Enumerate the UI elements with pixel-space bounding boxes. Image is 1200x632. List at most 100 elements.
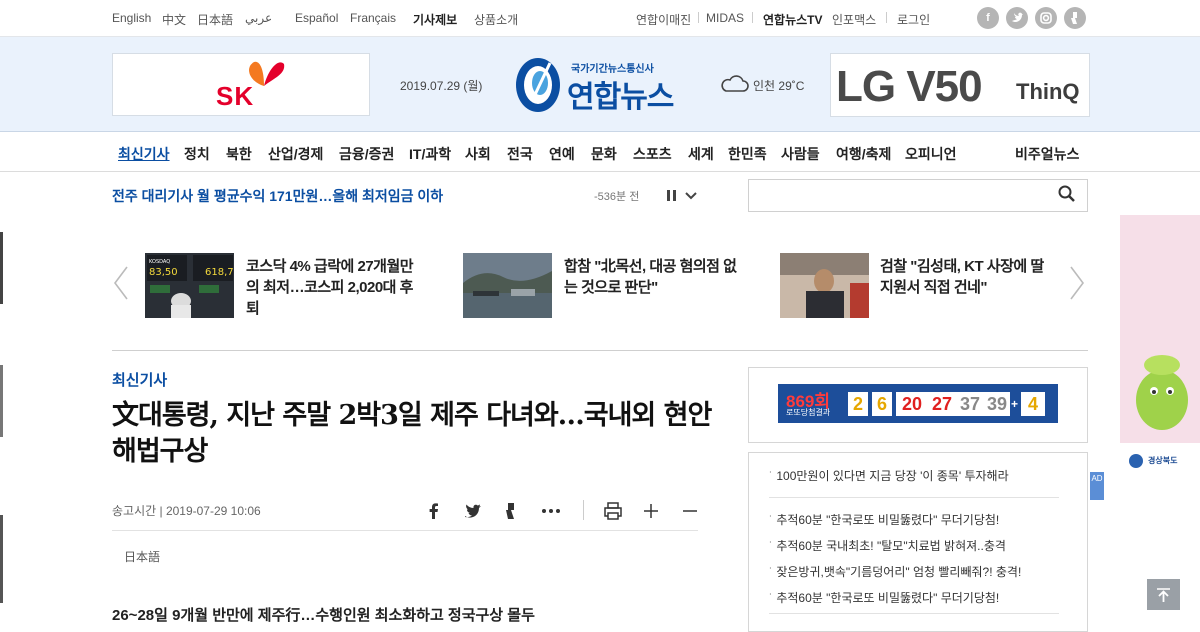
article-send-time: 송고시간 | 2019-07-29 10:06 [112,504,261,518]
ticker-time: -536분 전 [594,191,640,203]
nav-politics[interactable]: 정치 [184,144,210,164]
lotto-ball-2: 6 [872,392,892,416]
font-increase-icon[interactable] [640,500,662,522]
news-strip-title-1[interactable]: 코스닥 4% 급락에 27개월만의 최저…코스피 2,020대 후퇴 [246,256,426,319]
nav-north-korea[interactable]: 북한 [226,144,252,164]
side-ad-brand: 경상북도 [1148,456,1178,465]
yonhap-tv-link[interactable]: 연합뉴스TV [763,11,823,28]
nav-it-science[interactable]: IT/과학 [409,144,451,164]
lotto-ball-4: 27 [928,392,956,416]
nav-industry-economy[interactable]: 산업/경제 [268,144,323,164]
nav-visual-news[interactable]: 비주얼뉴스 [1015,144,1079,164]
imazine-link[interactable]: 연합이매진 [636,11,691,28]
cloud-weather-icon [721,75,749,92]
sponsored-link-1[interactable]: 100만원이 있다면 지금 당장 '이 종목' 투자해라 [769,467,1008,484]
lang-arabic-link[interactable]: عربي [245,11,272,25]
lang-spanish-link[interactable]: Español [295,11,338,25]
nav-travel-festival[interactable]: 여행/축제 [836,144,891,164]
lang-japanese-link[interactable]: 日本語 [197,11,233,28]
divider [698,12,699,23]
side-skyscraper-ad[interactable]: 경상북도 [1120,215,1200,480]
login-link[interactable]: 로그인 [897,11,930,28]
print-icon[interactable] [602,500,624,522]
sponsored-link-4[interactable]: 잦은방귀,뱃속"기름덩어리" 엄청 빨리빼줘?! 충격! [769,563,1021,580]
facebook-icon[interactable]: f [977,7,999,29]
nav-finance[interactable]: 금융/증권 [339,144,394,164]
nav-opinion[interactable]: 오피니언 [905,144,957,164]
midas-link[interactable]: MIDAS [706,11,744,25]
ad-label-badge: AD [1090,472,1104,500]
yonhap-logo-icon[interactable] [514,57,562,113]
lg-ad-thinq: ThinQ [1016,79,1080,104]
lotto-plus: + [1011,397,1019,411]
font-decrease-icon[interactable] [679,500,701,522]
svg-text:618,78: 618,78 [205,267,234,278]
sk-ad-text: SK [216,81,255,111]
nav-people[interactable]: 사람들 [781,144,820,164]
nav-national[interactable]: 전국 [507,144,533,164]
lotto-ball-6: 39 [984,392,1010,416]
pause-icon[interactable] [666,189,678,203]
chevron-down-icon[interactable] [684,190,698,202]
lg-ad-brand: LG V50 [836,62,983,111]
divider [752,12,753,23]
divider [769,497,1059,498]
instagram-icon[interactable] [1035,7,1057,29]
nav-culture[interactable]: 문화 [591,144,617,164]
nav-world[interactable]: 세계 [688,144,714,164]
search-input[interactable] [748,179,1088,212]
lotto-ball-1: 2 [848,392,868,416]
japanese-version-link[interactable]: 日本語 [124,548,160,565]
news-thumb-prosecution[interactable] [780,253,869,318]
site-logo-text[interactable]: 연합뉴스 [567,72,674,116]
left-edge-ad-sliver [0,365,3,437]
more-share-icon[interactable] [540,500,562,522]
news-thumb-kosdaq[interactable]: 83,50 618,78 KOSDAQ [145,253,234,318]
article-headline: 文대통령, 지난 주말 2박3일 제주 다녀와…국내외 현안 해법구상 [112,400,712,467]
divider [583,500,584,520]
article-category[interactable]: 최신기사 [112,369,167,390]
search-icon[interactable] [1058,185,1076,203]
lang-english-link[interactable]: English [112,11,151,25]
article-subheadline: 26~28일 9개월 반만에 제주行…수행인원 최소화하고 정국구상 몰두 [112,607,535,624]
divider [886,12,887,23]
news-thumb-boat[interactable] [463,253,552,318]
section-divider [112,350,1088,351]
lang-chinese-link[interactable]: 中文 [162,11,186,28]
share-facebook-icon[interactable] [423,500,445,522]
nav-latest[interactable]: 최신기사 [118,144,170,164]
svg-text:83,50: 83,50 [149,267,178,278]
nav-sports[interactable]: 스포츠 [633,144,672,164]
left-edge-ad-sliver [0,232,3,304]
divider [769,613,1059,614]
nav-entertainment[interactable]: 연예 [549,144,575,164]
kakaostory-icon[interactable] [1064,7,1086,29]
arrow-up-icon [1157,588,1170,602]
lang-french-link[interactable]: Français [350,11,396,25]
header-date: 2019.07.29 (월) [400,79,483,93]
scroll-top-button[interactable] [1147,579,1180,610]
report-news-link[interactable]: 기사제보 [413,11,457,28]
lotto-subtitle: 로또당첨결과 [786,408,831,417]
infomax-link[interactable]: 인포맥스 [832,11,876,28]
products-link[interactable]: 상품소개 [474,11,518,28]
sponsored-link-2[interactable]: 추적60분 "한국로또 비밀뚫렸다" 무더기당첨! [769,511,999,528]
nav-society[interactable]: 사회 [465,144,491,164]
sponsored-link-5[interactable]: 추적60분 "한국로또 비밀뚫렸다" 무더기당첨! [769,589,999,606]
share-twitter-icon[interactable] [462,500,484,522]
share-kakaostory-icon[interactable] [500,500,522,522]
left-edge-ad-sliver [0,515,3,603]
nav-korean-diaspora[interactable]: 한민족 [728,144,767,164]
lotto-ball-5: 37 [956,392,984,416]
twitter-icon[interactable] [1006,7,1028,29]
lotto-bonus-ball: 4 [1021,392,1045,416]
carousel-next-arrow[interactable] [1069,265,1085,301]
news-strip-title-3[interactable]: 검찰 "김성태, KT 사장에 딸 지원서 직접 건네" [880,256,1060,298]
thumb-label: KOSDAQ [149,259,170,265]
sponsored-link-3[interactable]: 추적60분 국내최초! "탈모"치료법 밝혀져..충격 [769,537,1006,554]
article-divider [112,530,698,531]
carousel-prev-arrow[interactable] [113,265,129,301]
breaking-ticker-headline[interactable]: 전주 대리기사 월 평균수익 171만원…올해 최저임금 이하 [112,186,443,206]
news-strip-title-2[interactable]: 합참 "北목선, 대공 혐의점 없는 것으로 판단" [564,256,744,298]
lotto-ball-3: 20 [896,392,928,416]
